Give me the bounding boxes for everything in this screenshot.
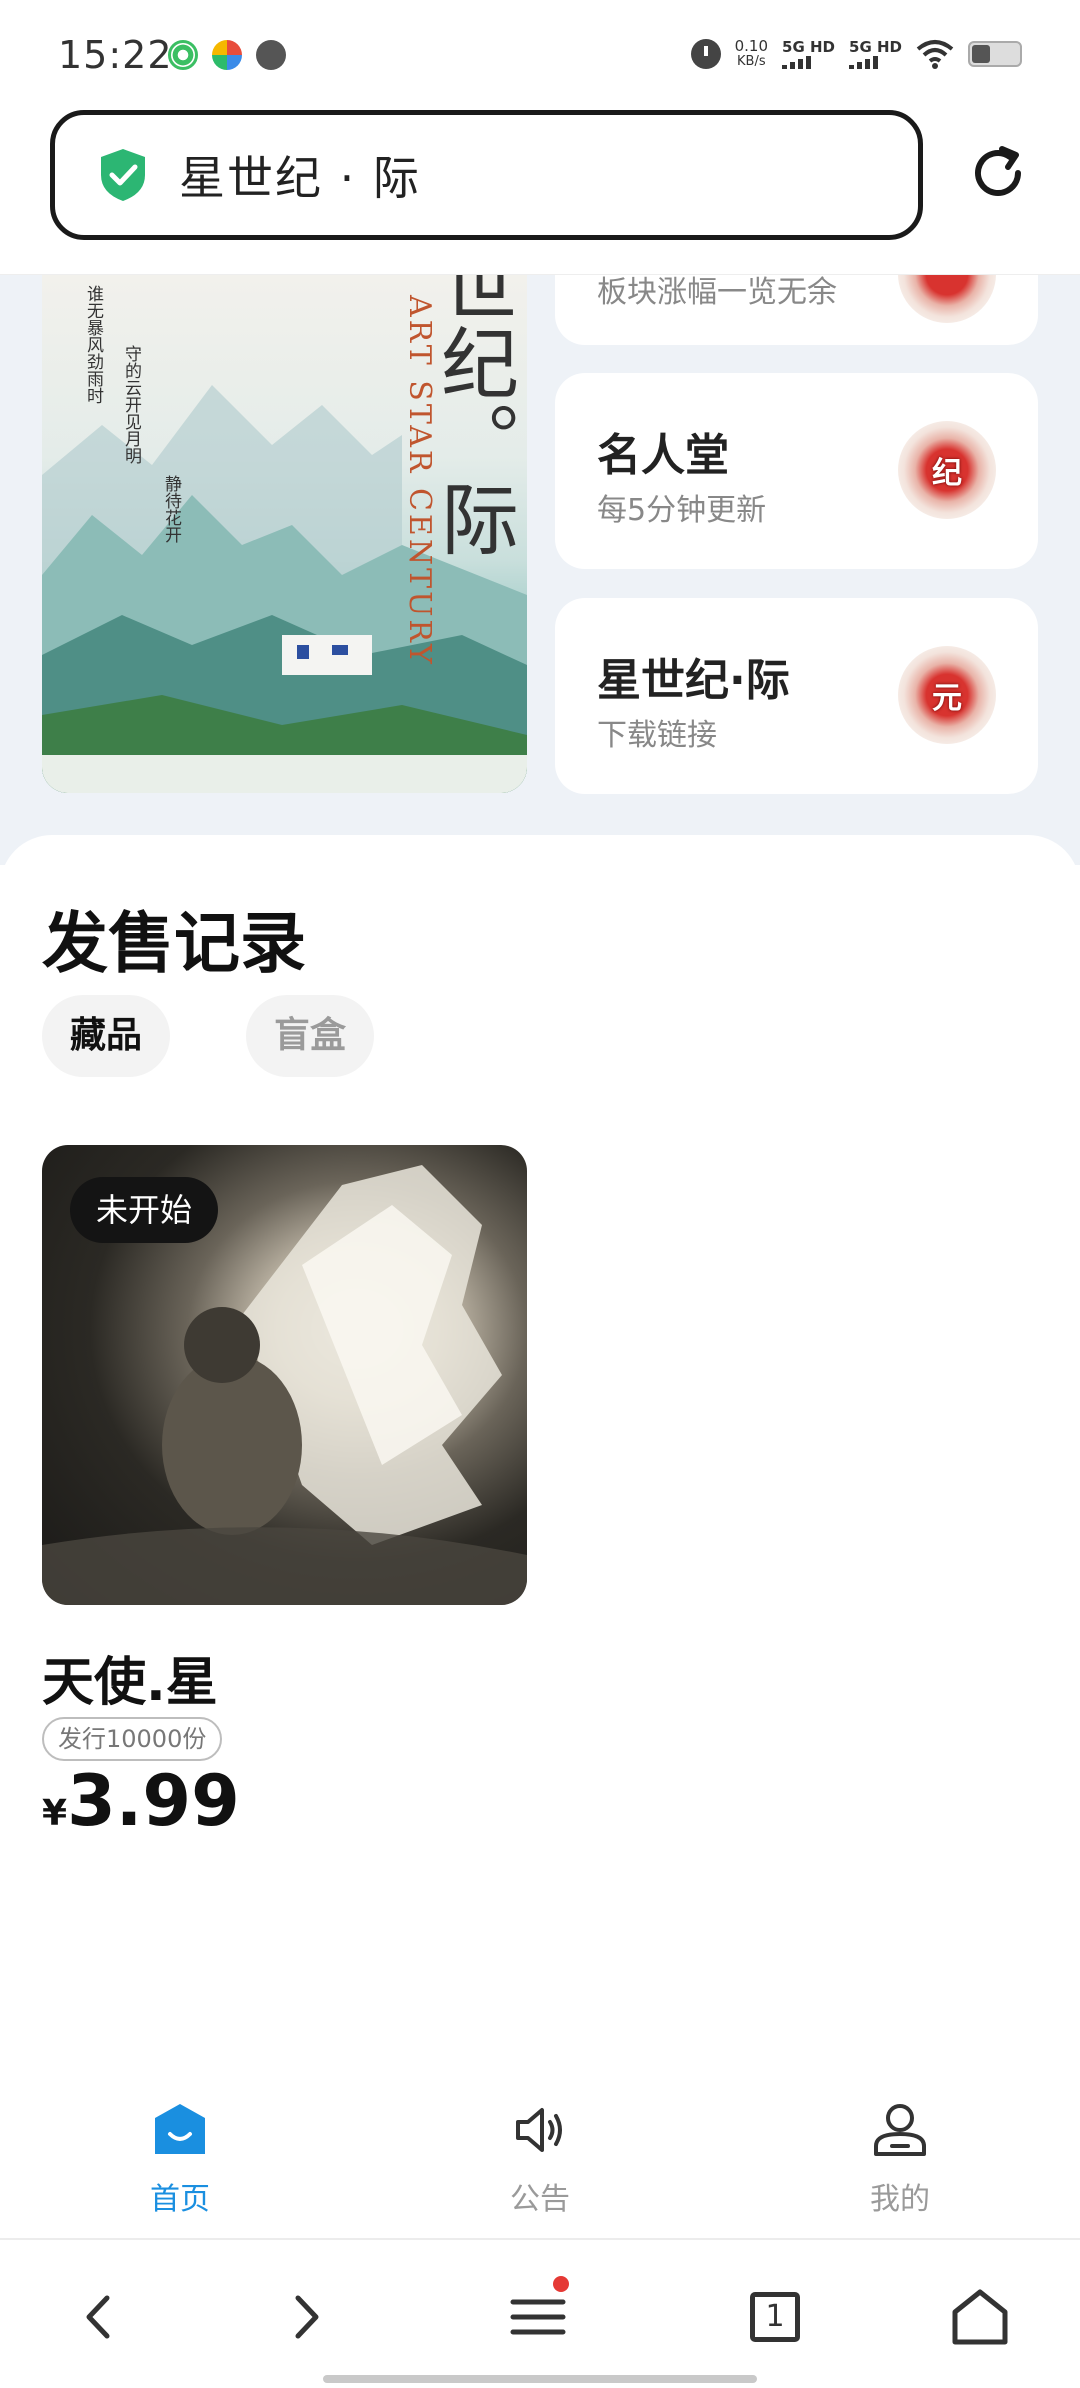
- card-subtitle: 下载链接: [597, 718, 717, 753]
- home-icon: [155, 2104, 205, 2154]
- wifi-icon: [916, 40, 954, 69]
- badge-text: 元: [932, 681, 962, 716]
- item-price: ¥3.99: [42, 1760, 240, 1842]
- card-title: 名人堂: [597, 430, 729, 481]
- card-download[interactable]: 星世纪·际 下载链接 元: [555, 598, 1038, 794]
- card-badge: [898, 275, 996, 323]
- status-badge: 未开始: [70, 1177, 219, 1243]
- card-subtitle: 每5分钟更新: [597, 493, 767, 528]
- card-badge: 元: [898, 646, 996, 744]
- tab-label: 首页: [150, 2182, 210, 2217]
- tab-label: 公告: [510, 2182, 570, 2217]
- card-hall-of-fame[interactable]: 名人堂 每5分钟更新 纪: [555, 373, 1038, 569]
- edition-badge: 发行10000份: [42, 1717, 223, 1761]
- card-market-overview[interactable]: 板块涨幅一览无余: [555, 275, 1038, 345]
- poster-banner[interactable]: 谁无暴风劲雨时 守的云开见月明 静待花开 ART STAR CENTURY 世纪…: [42, 275, 527, 793]
- app-notification-icon: [168, 40, 198, 70]
- colorful-app-icon: [212, 40, 242, 70]
- address-bar: 星世纪 · 际: [0, 105, 1080, 275]
- signal-icon: [782, 55, 835, 69]
- gesture-bar[interactable]: [323, 2375, 757, 2383]
- app-tab-bar: 首页 公告 我的: [0, 2090, 1080, 2240]
- section-title: 发售记录: [42, 905, 306, 982]
- sim1-label: 5G HD: [782, 38, 836, 56]
- tab-collectibles[interactable]: 藏品: [42, 995, 171, 1077]
- alarm-icon: [256, 40, 286, 70]
- status-app-icons: [168, 40, 286, 70]
- page-title: 星世纪 · 际: [179, 151, 421, 205]
- card-title: 星世纪·际: [597, 655, 790, 706]
- status-bar: 15:22 0.10 KB/s 5G HD 5G HD: [0, 0, 1080, 105]
- battery-icon: [968, 41, 1022, 67]
- menu-icon: [510, 2299, 566, 2335]
- browser-nav-bar: 1: [0, 2242, 1080, 2388]
- poster-title: 世纪。际: [428, 275, 518, 557]
- sim1-signal: 5G HD: [782, 39, 835, 69]
- net-speed-value: 0.10: [734, 37, 769, 55]
- item-name[interactable]: 天使.星: [42, 1640, 218, 1715]
- tabs-button[interactable]: 1: [740, 2282, 810, 2352]
- sales-section: 发售记录 藏品 盲盒 未开始 天使.星 发行10000份 ¥3.99: [0, 835, 1080, 2090]
- url-field[interactable]: 星世纪 · 际: [50, 110, 923, 240]
- poster-poem-3: 静待花开: [161, 475, 181, 543]
- net-speed-unit: KB/s: [737, 54, 766, 69]
- forward-icon[interactable]: [270, 2282, 340, 2352]
- reload-icon[interactable]: [968, 143, 1028, 203]
- price-value: 3.99: [67, 1760, 240, 1842]
- tab-home[interactable]: 首页: [80, 2100, 280, 2218]
- sim2-signal: 5G HD: [849, 39, 902, 69]
- shield-check-icon: [101, 149, 145, 201]
- tab-announcements[interactable]: 公告: [440, 2100, 640, 2218]
- alarm-icon: [690, 39, 721, 69]
- badge-text: 纪: [932, 456, 962, 491]
- tab-label: 我的: [870, 2182, 930, 2217]
- status-time: 15:22: [58, 33, 173, 77]
- menu-button[interactable]: [503, 2276, 573, 2352]
- notification-dot: [553, 2276, 569, 2292]
- net-speed: 0.10 KB/s: [735, 38, 768, 70]
- user-icon: [874, 2104, 926, 2156]
- back-icon[interactable]: [65, 2282, 135, 2352]
- sim2-label: 5G HD: [849, 38, 902, 56]
- tabs-icon: 1: [750, 2292, 800, 2342]
- poster-poem-2: 守的云开见月明: [121, 345, 141, 464]
- status-right: 0.10 KB/s 5G HD 5G HD: [690, 38, 1022, 70]
- item-image[interactable]: 未开始: [42, 1145, 527, 1605]
- price-currency: ¥: [42, 1793, 68, 1834]
- speaker-icon: [516, 2108, 562, 2152]
- home-icon[interactable]: [945, 2282, 1015, 2352]
- tab-blind-box[interactable]: 盲盒: [246, 995, 375, 1077]
- tab-profile[interactable]: 我的: [800, 2100, 1000, 2218]
- card-badge: 纪: [898, 421, 996, 519]
- signal-icon: [849, 55, 902, 69]
- card-subtitle: 板块涨幅一览无余: [597, 275, 837, 310]
- poster-poem-1: 谁无暴风劲雨时: [83, 285, 103, 404]
